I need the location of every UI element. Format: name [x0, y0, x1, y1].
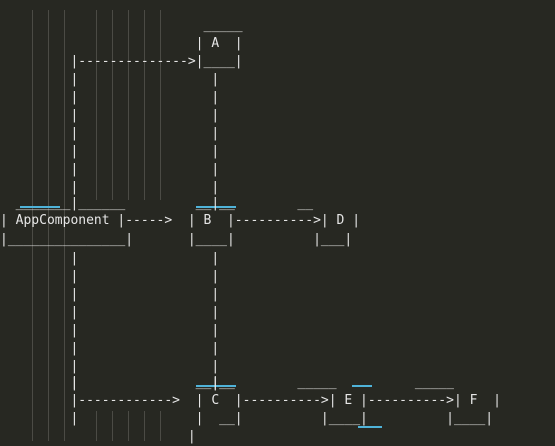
code-line[interactable]: | AppComponent |-----> | B |---------->|… [0, 212, 555, 230]
code-line[interactable]: _____ [0, 17, 555, 35]
code-line[interactable]: | [0, 428, 555, 446]
code-line[interactable]: | | [0, 340, 555, 358]
code-line[interactable]: | | [0, 161, 555, 179]
code-editor[interactable]: _____ | A | |-------------->|____| | | |… [0, 0, 555, 444]
code-line[interactable]: | | [0, 304, 555, 322]
code-line[interactable]: |-------------->|____| [0, 53, 555, 71]
code-line[interactable]: | | [0, 250, 555, 268]
code-line[interactable]: | | [0, 107, 555, 125]
code-line[interactable]: | | [0, 71, 555, 89]
code-line[interactable]: | | [0, 89, 555, 107]
code-line[interactable]: | __|__ _____ _____ [0, 374, 555, 392]
code-line[interactable]: | | [0, 125, 555, 143]
code-line[interactable]: | | [0, 322, 555, 340]
code-line[interactable]: | | [0, 268, 555, 286]
code-line[interactable]: | A | [0, 35, 555, 53]
code-line[interactable]: | | __| |____| |____| [0, 410, 555, 428]
code-line[interactable]: | | [0, 143, 555, 161]
code-line[interactable]: | | [0, 286, 555, 304]
code-line[interactable]: |_______________| |____| |___| [0, 231, 555, 249]
code-line[interactable]: |------------> | C |---------->| E |----… [0, 392, 555, 410]
code-line[interactable]: _______|______ __|__ __ [0, 195, 555, 213]
